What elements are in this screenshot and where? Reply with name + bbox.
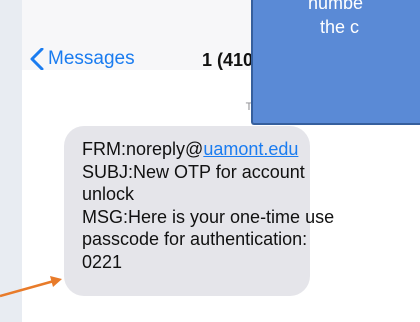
callout-text-line2: the c <box>320 17 360 37</box>
annotation-callout: numbe the c <box>251 0 420 125</box>
callout-text-line1: numbe <box>308 0 364 13</box>
